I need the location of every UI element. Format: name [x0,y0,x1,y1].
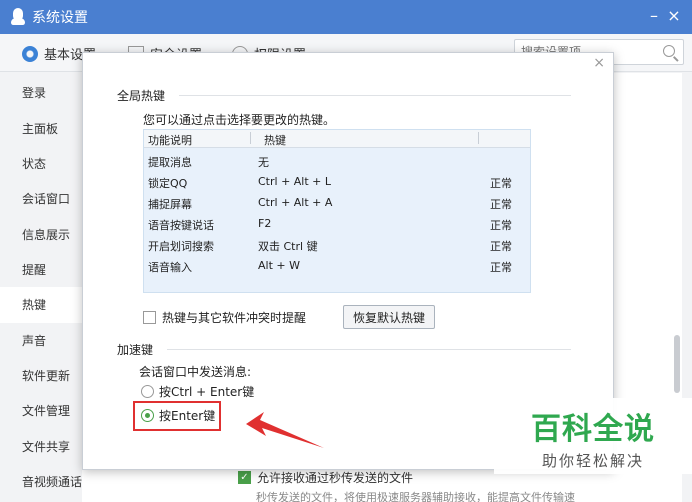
sidebar-item-file-management[interactable]: 文件管理 [0,393,82,429]
sidebar-item-sound[interactable]: 声音 [0,323,82,359]
hotkey-status: 正常 [490,240,512,253]
global-hotkeys-title: 全局热键 [117,89,166,103]
annotation-arrow-icon [246,412,324,448]
highlight-box [133,401,221,431]
hotkey-combo: 无 [258,156,269,169]
hotkey-table: 功能说明 热键 提取消息 无 锁定QQ Ctrl + Alt + L 正常 捕捉… [143,129,531,293]
option-label: 按Ctrl + Enter键 [159,385,255,399]
gear-icon [22,45,38,62]
sidebar-item-reminder[interactable]: 提醒 [0,252,82,288]
search-icon[interactable] [663,45,675,57]
table-header: 功能说明 热键 [144,130,530,148]
sidebar-item-av-call[interactable]: 音视频通话 [0,464,82,500]
table-row[interactable]: 提取消息 无 [144,151,530,171]
qq-penguin-icon [10,8,26,26]
minimize-button[interactable]: – [644,6,664,25]
sidebar-item-info-display[interactable]: 信息展示 [0,217,82,253]
conflict-reminder-label: 热键与其它软件冲突时提醒 [162,311,307,325]
accelerator-title: 加速键 [117,343,154,357]
watermark-title: 百科全说 [531,412,655,447]
conflict-reminder-option[interactable]: 热键与其它软件冲突时提醒 [143,309,306,326]
table-row[interactable]: 捕捉屏幕 Ctrl + Alt + A 正常 [144,193,530,213]
hotkey-function: 锁定QQ [148,177,188,190]
column-separator [250,132,251,144]
watermark: 百科全说 助你轻松解决 [494,398,692,474]
sidebar-item-hotkeys[interactable]: 热键 [0,287,82,323]
title-bar: 系统设置 – × [0,0,692,34]
option-ctrl-enter[interactable]: 按Ctrl + Enter键 [141,383,254,400]
restore-default-hotkeys-button[interactable]: 恢复默认热键 [343,305,435,329]
table-row[interactable]: 锁定QQ Ctrl + Alt + L 正常 [144,172,530,192]
hotkey-status: 正常 [490,177,512,190]
sidebar-item-chat-window[interactable]: 会话窗口 [0,181,82,217]
instant-transfer-label: 允许接收通过秒传发送的文件 [257,471,414,485]
hotkey-function: 开启划词搜索 [148,240,214,253]
column-header-function: 功能说明 [148,134,192,147]
hotkey-function: 语音按键说话 [148,219,214,232]
sidebar-item-login[interactable]: 登录 [0,75,82,111]
column-header-hotkey: 热键 [264,134,286,147]
column-separator [478,132,479,144]
table-row[interactable]: 语音按键说话 F2 正常 [144,214,530,234]
divider [179,95,571,96]
dialog-close-icon[interactable]: × [593,55,605,71]
sidebar: 登录 主面板 状态 会话窗口 信息展示 提醒 热键 声音 软件更新 文件管理 文… [0,73,82,502]
hotkey-combo: F2 [258,217,272,230]
hotkey-function: 提取消息 [148,156,192,169]
hotkey-function: 语音输入 [148,261,192,274]
hotkey-combo: Ctrl + Alt + A [258,196,333,209]
instant-transfer-option[interactable]: ✓ 允许接收通过秒传发送的文件 [238,469,413,486]
sidebar-item-software-update[interactable]: 软件更新 [0,358,82,394]
hotkey-status: 正常 [490,261,512,274]
hotkey-function: 捕捉屏幕 [148,198,192,211]
hotkey-combo: Alt + W [258,259,300,272]
checkbox-checked-icon[interactable]: ✓ [238,471,251,484]
watermark-subtitle: 助你轻松解决 [541,452,644,470]
hotkeys-description: 您可以通过点击选择要更改的热键。 [143,113,336,127]
close-window-button[interactable]: × [664,6,684,25]
scrollbar[interactable] [674,335,680,393]
table-row[interactable]: 语音输入 Alt + W 正常 [144,256,530,276]
sidebar-item-status[interactable]: 状态 [0,146,82,182]
hotkey-status: 正常 [490,219,512,232]
sidebar-item-main-panel[interactable]: 主面板 [0,111,82,147]
sidebar-item-file-sharing[interactable]: 文件共享 [0,429,82,465]
divider [167,349,571,350]
radio-ctrl-enter[interactable] [141,385,154,398]
hotkey-combo: 双击 Ctrl 键 [258,240,318,253]
send-message-label: 会话窗口中发送消息: [139,365,252,379]
table-row[interactable]: 开启划词搜索 双击 Ctrl 键 正常 [144,235,530,255]
instant-transfer-description: 秒传发送的文件，将使用极速服务器辅助接收，能提高文件传输速 [256,491,575,502]
hotkey-combo: Ctrl + Alt + L [258,175,332,188]
conflict-reminder-checkbox[interactable] [143,311,156,324]
window-title: 系统设置 [32,10,88,26]
hotkey-status: 正常 [490,198,512,211]
